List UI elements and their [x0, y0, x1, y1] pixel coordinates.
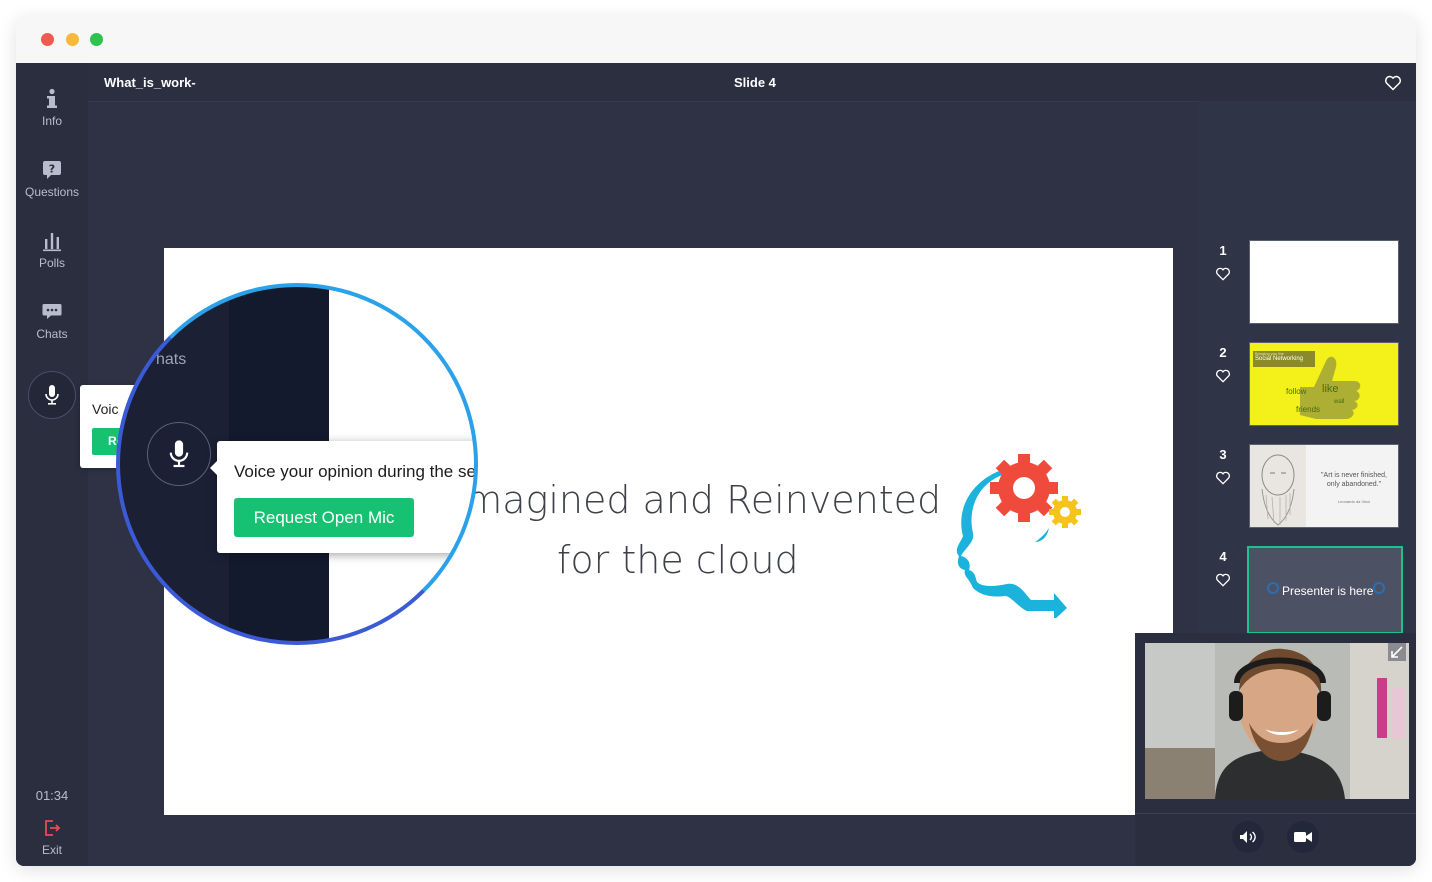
heart-icon[interactable]	[1215, 573, 1231, 587]
sidebar-item-polls[interactable]: Polls	[16, 230, 88, 270]
presentation-name: What_is_work-	[104, 75, 196, 90]
camera-button[interactable]	[1287, 821, 1319, 853]
video-controls-divider	[1135, 813, 1416, 814]
question-icon: ?	[43, 161, 61, 179]
thumbnail-number: 3	[1219, 447, 1227, 462]
presenter-here-label: Presenter is here	[1282, 584, 1374, 598]
sidebar: Info ? Questions Polls Chats 01:34 Exit	[16, 63, 88, 866]
exit-button[interactable]: Exit	[16, 819, 88, 857]
tooltip-pointer	[210, 461, 217, 475]
portrait-sketch-image	[1250, 445, 1306, 527]
webinar-app: Info ? Questions Polls Chats 01:34 Exit …	[16, 63, 1416, 866]
slide-heading-line1: Imagined and Reinvented	[454, 478, 942, 522]
sidebar-item-chats[interactable]: Chats	[16, 301, 88, 341]
sidebar-item-questions[interactable]: ? Questions	[16, 159, 88, 199]
chat-icon	[42, 304, 62, 319]
magnifier-callout: hats Voice your opinion during the se Re…	[119, 286, 475, 642]
heart-icon[interactable]	[1215, 471, 1231, 485]
thumbnail-number: 4	[1219, 549, 1227, 564]
thumbnail-number: 2	[1219, 345, 1227, 360]
presenter-indicator-icon	[1267, 582, 1279, 594]
magnified-tooltip: Voice your opinion during the se Request…	[210, 441, 475, 553]
close-window-button[interactable]	[41, 33, 54, 46]
request-open-mic-button[interactable]: Request Open Mic	[234, 498, 414, 537]
presenter-video-panel	[1135, 633, 1416, 866]
magnified-chats-label: hats	[156, 351, 187, 368]
microphone-icon	[45, 385, 59, 405]
sidebar-item-label: Polls	[38, 256, 65, 270]
voice-opinion-text: Voice your opinion during the se	[234, 462, 475, 481]
minimize-window-button[interactable]	[66, 33, 79, 46]
thumb3-author: Leonardo da Vinci	[1337, 499, 1371, 504]
voice-tooltip-text: Voic	[92, 401, 119, 417]
slide-thumbnail-2[interactable]: Bringing you the Social Networking follo…	[1249, 342, 1399, 426]
slide-title: Slide 4	[734, 75, 776, 90]
slide-heading-line2: for the cloud	[557, 538, 799, 582]
app-window: Info ? Questions Polls Chats 01:34 Exit …	[16, 16, 1416, 866]
sidebar-item-info[interactable]: Info	[16, 88, 88, 128]
heart-icon[interactable]	[1384, 75, 1402, 91]
window-titlebar	[16, 16, 1416, 63]
poll-icon	[43, 233, 61, 252]
svg-text:?: ?	[49, 163, 55, 176]
speaker-button[interactable]	[1232, 821, 1264, 853]
session-timer: 01:34	[35, 788, 69, 803]
sidebar-item-label: Questions	[24, 185, 80, 199]
slide-thumbnail-3[interactable]: "Art is never finished, only abandoned."…	[1249, 444, 1399, 528]
presenter-video	[1145, 643, 1409, 799]
thumbnail-number: 1	[1219, 243, 1227, 258]
expand-arrow-icon[interactable]	[1388, 643, 1406, 661]
presenter-indicator-icon	[1373, 582, 1385, 594]
exit-label: Exit	[41, 843, 62, 857]
speaker-icon	[1240, 831, 1256, 843]
top-bar: What_is_work- Slide 4	[88, 63, 1416, 102]
slide-thumbnail-4-active[interactable]: Presenter is here	[1247, 546, 1403, 634]
heart-icon[interactable]	[1215, 267, 1231, 281]
sidebar-item-label: Chats	[36, 327, 68, 341]
exit-icon	[45, 820, 61, 836]
head-gears-illustration	[956, 454, 1081, 618]
maximize-window-button[interactable]	[90, 33, 103, 46]
sidebar-item-label: Info	[41, 114, 62, 128]
mic-button[interactable]	[28, 371, 76, 419]
video-camera-icon	[1294, 832, 1312, 842]
heart-icon[interactable]	[1215, 369, 1231, 383]
info-icon	[47, 88, 57, 108]
slide-thumbnail-1[interactable]	[1249, 240, 1399, 324]
magnified-mic-button[interactable]	[147, 422, 211, 486]
microphone-icon	[169, 440, 189, 468]
thumb3-quote: "Art is never finished, only abandoned."	[1321, 472, 1387, 488]
